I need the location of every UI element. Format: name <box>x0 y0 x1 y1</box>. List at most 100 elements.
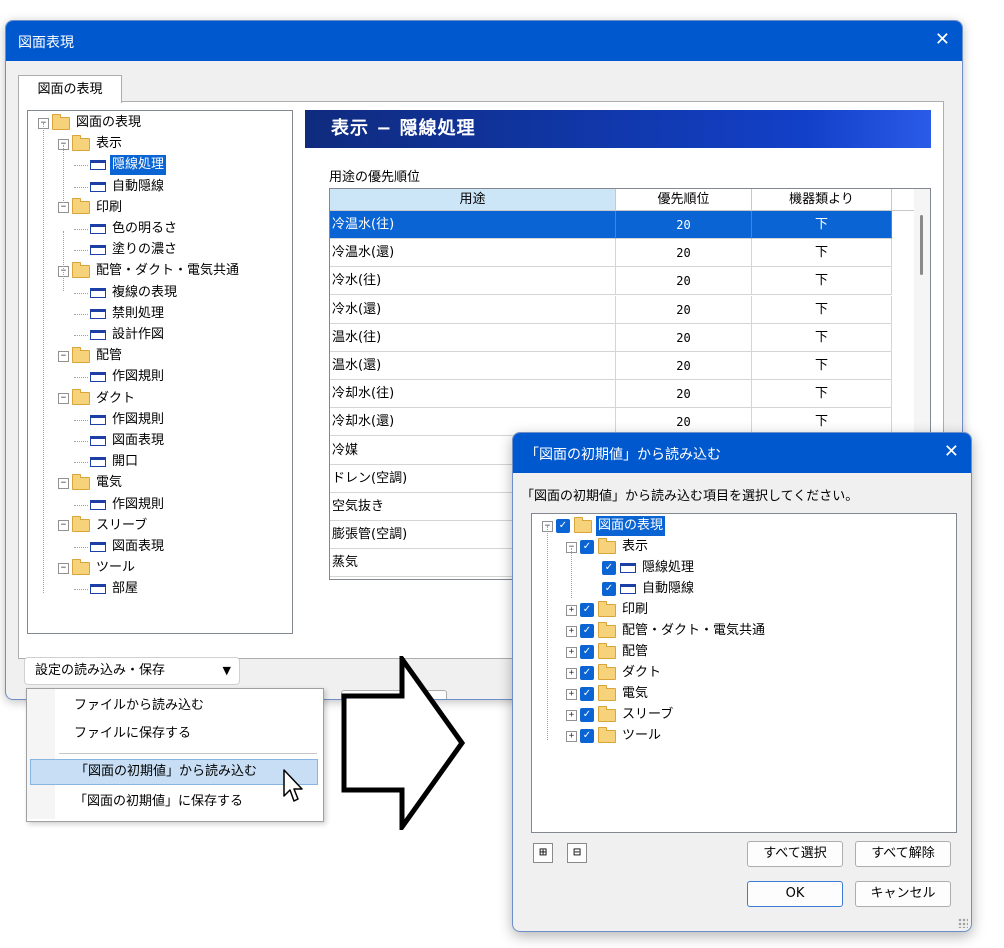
tree-toggle-icon[interactable]: − <box>58 562 69 574</box>
checkbox-checked-icon[interactable]: ✓ <box>580 645 594 659</box>
checkbox-checked-icon[interactable]: ✓ <box>602 561 616 575</box>
checkbox-checked-icon[interactable]: ✓ <box>580 540 594 554</box>
tree-node-label: 配管 <box>96 348 123 364</box>
tree-toggle-icon[interactable]: − <box>58 520 69 532</box>
dialog-tree-node[interactable]: ✓ 自動隠線 <box>602 579 696 599</box>
table-row[interactable]: 冷水(還) 20 下 <box>330 295 914 324</box>
tree-node-label: 印刷 <box>622 602 649 617</box>
tree-node[interactable]: 塗りの濃さ <box>74 240 179 260</box>
tree-toggle-icon[interactable]: + <box>566 625 577 637</box>
dialog-tree-node[interactable]: + ✓ 電気 <box>566 684 650 704</box>
dialog-tree-node[interactable]: + ✓ ツール <box>566 726 663 746</box>
cancel-button[interactable]: キャンセル <box>855 881 951 907</box>
tree-node[interactable]: 設計作図 <box>74 325 166 345</box>
tree-node[interactable]: − 電気 <box>58 473 124 493</box>
tree-toggle-icon[interactable]: + <box>566 667 577 679</box>
menu-item-save-file[interactable]: ファイルに保存する <box>30 721 318 747</box>
tab-drawing-expression[interactable]: 図面の表現 <box>18 75 122 103</box>
column-header-priority[interactable]: 優先順位 <box>616 189 752 211</box>
expand-all-button[interactable]: ⊞ <box>533 843 553 863</box>
page-icon <box>90 330 106 340</box>
tree-node[interactable]: 作図規則 <box>74 410 166 430</box>
tree-toggle-icon[interactable]: + <box>566 709 577 721</box>
table-row[interactable]: 冷温水(還) 20 下 <box>330 239 914 268</box>
tree-node[interactable]: 自動隠線 <box>74 177 166 197</box>
checkbox-checked-icon[interactable]: ✓ <box>580 624 594 638</box>
ok-button[interactable]: OK <box>747 881 843 907</box>
tree-node-label: 印刷 <box>96 199 123 215</box>
checkbox-checked-icon[interactable]: ✓ <box>580 603 594 617</box>
dialog-checkbox-tree[interactable]: − ✓ 図面の表現 − ✓ 表示 ✓ 隠線処理 ✓ 自動隠線 + ✓ 印刷 + ✓ 配管・ダクト・電気共通 + ✓… <box>531 513 957 833</box>
checkbox-checked-icon[interactable]: ✓ <box>580 666 594 680</box>
tree-toggle-icon[interactable]: + <box>566 730 577 742</box>
dialog-tree-node[interactable]: − ✓ 表示 <box>566 537 650 557</box>
settings-tree[interactable]: − 図面の表現 − 表示 隠線処理 自動隠線 − 印刷 色の明るさ 塗りの濃さ − 配管・ダクト・電気… <box>27 110 293 634</box>
page-icon <box>90 414 106 425</box>
tree-node[interactable]: 部屋 <box>74 579 140 599</box>
tree-node[interactable]: 複線の表現 <box>74 283 179 303</box>
checkbox-checked-icon[interactable]: ✓ <box>602 582 616 596</box>
checkbox-checked-icon[interactable]: ✓ <box>580 729 594 743</box>
page-icon <box>90 372 106 383</box>
tree-node[interactable]: − 印刷 <box>58 198 124 218</box>
tree-node[interactable]: − 配管・ダクト・電気共通 <box>58 261 241 281</box>
close-icon[interactable]: ✕ <box>935 30 950 50</box>
select-all-button[interactable]: すべて選択 <box>747 841 843 867</box>
tree-node[interactable]: 色の明るさ <box>74 219 179 239</box>
table-cell: 温水(往) <box>330 323 616 352</box>
column-header-relative[interactable]: 機器類より <box>752 189 892 211</box>
tree-node[interactable]: 図面表現 <box>74 431 166 451</box>
checkbox-checked-icon[interactable]: ✓ <box>580 708 594 722</box>
dialog-tree-node[interactable]: + ✓ 配管・ダクト・電気共通 <box>566 621 767 641</box>
page-icon <box>90 308 106 319</box>
tree-toggle-icon[interactable]: + <box>566 688 577 700</box>
tree-node[interactable]: − スリーブ <box>58 516 149 536</box>
collapse-all-button[interactable]: ⊟ <box>567 843 587 863</box>
dialog-tree-node[interactable]: + ✓ ダクト <box>566 663 663 683</box>
resize-grip-icon[interactable] <box>958 918 968 928</box>
tree-node[interactable]: − ツール <box>58 558 137 578</box>
tree-toggle-icon[interactable]: − <box>58 202 69 214</box>
table-row[interactable]: 冷却水(往) 20 下 <box>330 380 914 409</box>
menu-item-save-initial[interactable]: 「図面の初期値」に保存する <box>30 789 318 815</box>
dialog-tree-node[interactable]: + ✓ スリーブ <box>566 705 675 725</box>
tree-node[interactable]: 禁則処理 <box>74 304 166 324</box>
folder-icon <box>598 684 616 701</box>
folder-icon <box>72 134 90 151</box>
close-icon[interactable]: ✕ <box>944 442 959 462</box>
tree-node[interactable]: 作図規則 <box>74 495 166 515</box>
table-row[interactable]: 温水(往) 20 下 <box>330 323 914 352</box>
tree-node[interactable]: 隠線処理 <box>74 155 167 176</box>
settings-load-save-button[interactable]: 設定の読み込み・保存 ▼ <box>24 657 240 685</box>
menu-item-load-file[interactable]: ファイルから読み込む <box>30 693 318 719</box>
checkbox-checked-icon[interactable]: ✓ <box>580 687 594 701</box>
tree-toggle-icon[interactable]: + <box>566 646 577 658</box>
tree-node-label: 電気 <box>622 686 649 701</box>
table-row[interactable]: 冷水(往) 20 下 <box>330 267 914 296</box>
table-cell: 下 <box>752 352 892 380</box>
tree-node[interactable]: − 配管 <box>58 346 124 366</box>
folder-icon <box>52 113 70 130</box>
checkbox-checked-icon[interactable]: ✓ <box>556 519 570 533</box>
tree-node[interactable]: − 表示 <box>58 134 124 154</box>
deselect-all-button[interactable]: すべて解除 <box>855 841 951 867</box>
tree-node[interactable]: 作図規則 <box>74 367 166 387</box>
table-row[interactable]: 冷温水(往) 20 下 <box>330 211 914 239</box>
tree-toggle-icon[interactable]: + <box>566 604 577 616</box>
tree-toggle-icon[interactable]: − <box>58 393 69 405</box>
scrollbar-thumb[interactable] <box>920 215 923 275</box>
menu-item-load-initial[interactable]: 「図面の初期値」から読み込む <box>30 759 318 785</box>
tree-node[interactable]: − 図面の表現 <box>38 113 143 133</box>
tree-toggle-icon[interactable]: − <box>58 477 69 489</box>
tree-node[interactable]: 図面表現 <box>74 537 166 557</box>
table-row[interactable]: 温水(還) 20 下 <box>330 352 914 380</box>
dialog-tree-node[interactable]: + ✓ 印刷 <box>566 600 650 620</box>
tree-node-label: 隠線処理 <box>110 155 167 176</box>
column-header-usage[interactable]: 用途 <box>330 189 616 211</box>
dialog-tree-node[interactable]: − ✓ 図面の表現 <box>542 516 666 536</box>
dialog-tree-node[interactable]: ✓ 隠線処理 <box>602 558 696 578</box>
tree-node[interactable]: 開口 <box>74 452 140 472</box>
dialog-tree-node[interactable]: + ✓ 配管 <box>566 642 650 662</box>
tree-toggle-icon[interactable]: − <box>58 350 69 362</box>
tree-node[interactable]: − ダクト <box>58 389 137 409</box>
